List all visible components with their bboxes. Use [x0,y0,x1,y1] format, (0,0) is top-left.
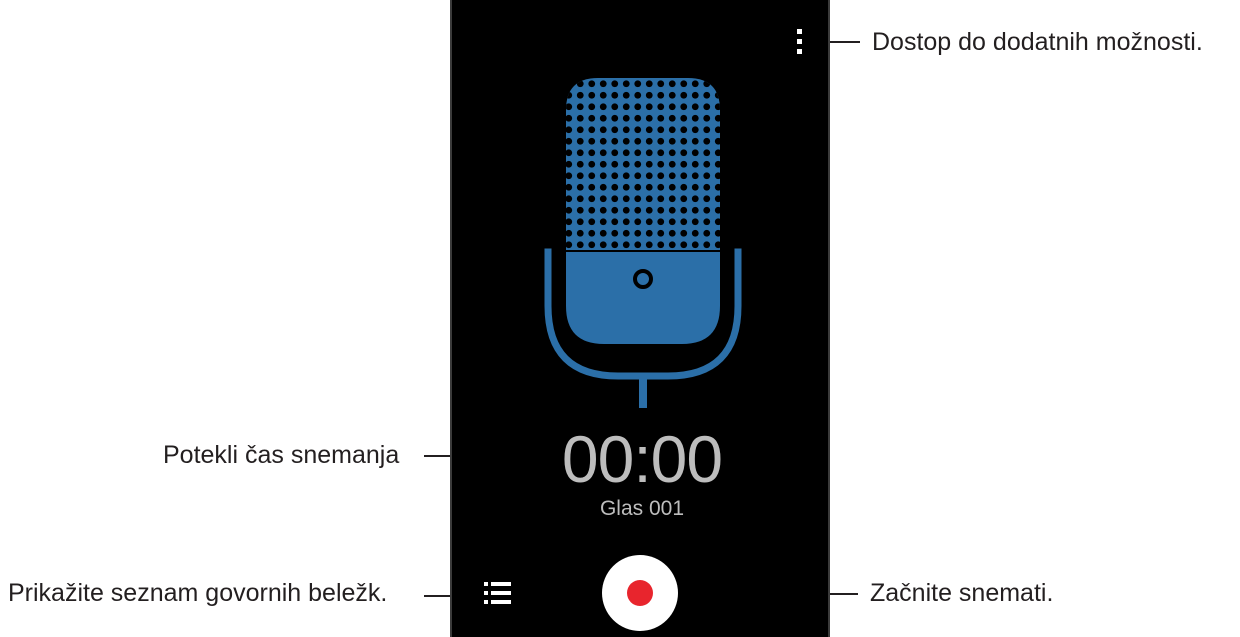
recording-name: Glas 001 [599,497,685,520]
more-options-callout: Dostop do dodatnih možnosti. [872,28,1203,56]
elapsed-time-display: 00:00 [561,422,723,496]
elapsed-time-callout: Potekli čas snemanja [163,441,400,469]
more-vertical-icon [797,29,802,34]
microphone-icon [544,78,742,408]
voice-memo-list-callout: Prikažite seznam govornih beležk. [8,579,388,607]
more-options-button[interactable] [790,26,808,58]
record-icon [627,580,653,606]
record-button[interactable] [602,555,678,631]
voice-memo-list-button[interactable] [480,578,514,608]
list-icon [484,582,511,604]
voice-recorder-screen: 00:00 Glas 001 [450,0,830,637]
start-recording-callout: Začnite snemati. [870,579,1054,607]
